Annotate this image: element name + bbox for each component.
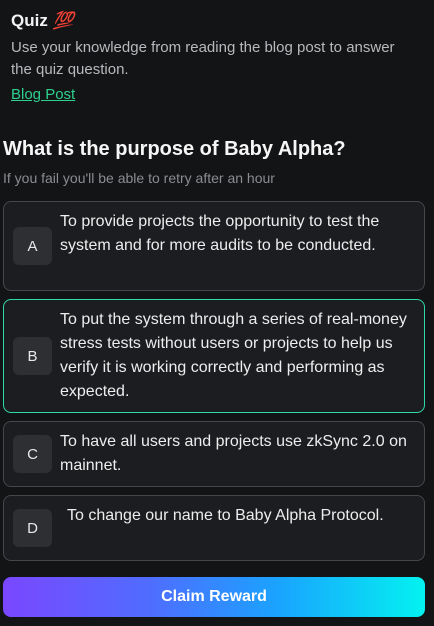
option-letter-badge: B: [13, 337, 52, 375]
option-letter-badge: D: [13, 509, 52, 547]
quiz-title: Quiz: [11, 11, 48, 30]
option-letter-badge: C: [13, 435, 52, 473]
option-letter-badge: A: [13, 227, 52, 265]
quiz-page: Quiz 💯 Use your knowledge from reading t…: [0, 0, 434, 626]
option-text: To have all users and projects use zkSyn…: [60, 433, 407, 474]
answer-option-c[interactable]: C To have all users and projects use zkS…: [3, 421, 425, 487]
hundred-points-icon: 💯: [52, 11, 75, 30]
answer-option-d[interactable]: D To change our name to Baby Alpha Proto…: [3, 495, 425, 561]
quiz-header: Quiz 💯: [11, 10, 74, 32]
option-text: To provide projects the opportunity to t…: [60, 213, 380, 254]
answer-option-a[interactable]: A To provide projects the opportunity to…: [3, 201, 425, 291]
option-text: To put the system through a series of re…: [60, 311, 407, 400]
quiz-intro: Use your knowledge from reading the blog…: [11, 39, 395, 78]
blog-post-link[interactable]: Blog Post: [11, 84, 75, 106]
retry-note: If you fail you'll be able to retry afte…: [3, 170, 275, 186]
answer-option-b[interactable]: B To put the system through a series of …: [3, 299, 425, 413]
question-text: What is the purpose of Baby Alpha?: [3, 138, 346, 160]
option-text: To change our name to Baby Alpha Protoco…: [67, 507, 384, 524]
claim-reward-button[interactable]: Claim Reward: [3, 577, 425, 617]
